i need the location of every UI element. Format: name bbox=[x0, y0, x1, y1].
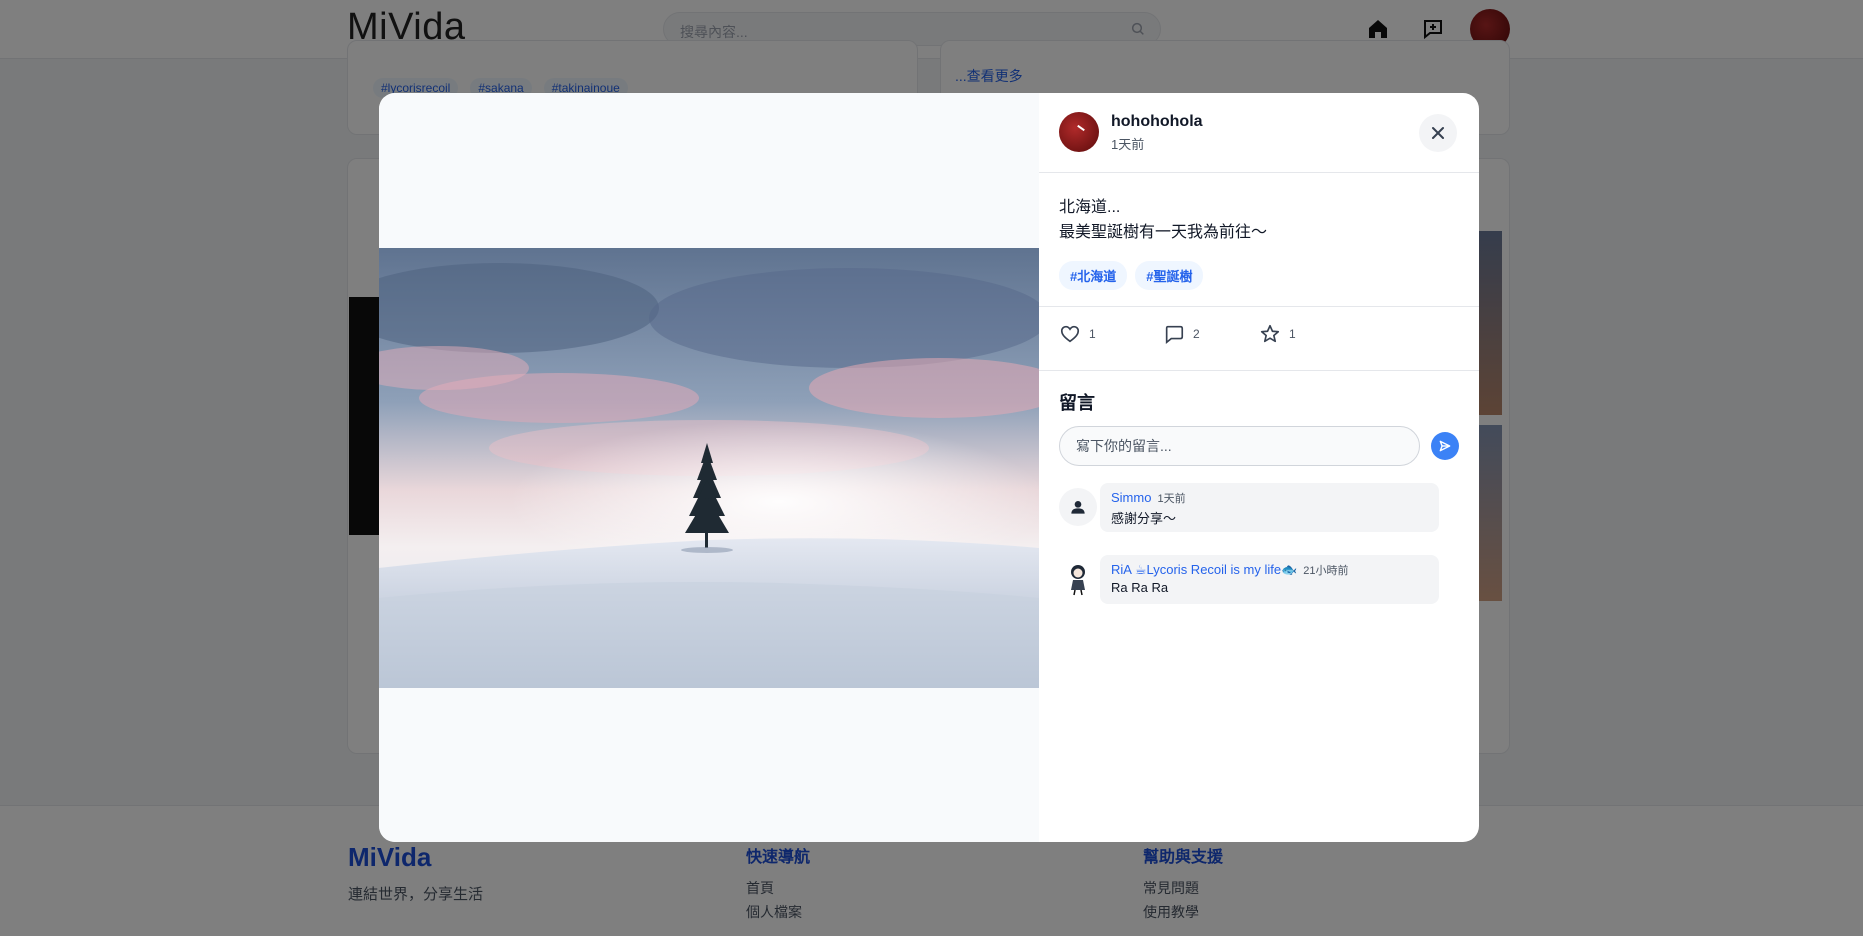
like-button[interactable]: 1 bbox=[1059, 323, 1096, 345]
star-icon bbox=[1260, 324, 1280, 343]
tag-christmas-tree[interactable]: #聖誕樹 bbox=[1135, 261, 1204, 290]
author-avatar[interactable] bbox=[1059, 112, 1099, 152]
author-name[interactable]: hohohohola bbox=[1111, 113, 1203, 131]
commenter-name[interactable]: Simmo bbox=[1111, 490, 1151, 505]
heart-icon bbox=[1060, 325, 1080, 343]
comment-item: Simmo 1天前 感謝分享～ bbox=[1059, 483, 1439, 533]
commenter-name-row: RiA ☕Lycoris Recoil is my life🐟 21小時前 bbox=[1111, 562, 1349, 578]
comment-input[interactable] bbox=[1060, 427, 1419, 465]
post-tag-list: #北海道 #聖誕樹 bbox=[1059, 261, 1204, 290]
favorite-count: 1 bbox=[1289, 327, 1296, 341]
comment-count: 2 bbox=[1193, 327, 1200, 341]
comment-text: 感謝分享～ bbox=[1111, 511, 1177, 526]
comment-time: 21小時前 bbox=[1303, 565, 1349, 577]
comment-icon bbox=[1165, 325, 1184, 344]
post-text-line: 北海道... bbox=[1059, 199, 1121, 216]
post-content: 北海道... 最美聖誕樹有一天我為前往～ bbox=[1059, 195, 1267, 245]
comment-text: Ra Ra Ra bbox=[1111, 580, 1169, 595]
commenter-name[interactable]: RiA ☕Lycoris Recoil is my life🐟 bbox=[1111, 562, 1297, 577]
close-button[interactable] bbox=[1419, 114, 1457, 152]
comment-bubble: Simmo 1天前 感謝分享～ bbox=[1100, 483, 1439, 532]
divider bbox=[1039, 370, 1479, 371]
comment-input-wrapper bbox=[1059, 426, 1420, 466]
post-actions: 1 2 1 bbox=[1039, 307, 1479, 363]
comments-title: 留言 bbox=[1059, 393, 1095, 413]
comment-item: RiA ☕Lycoris Recoil is my life🐟 21小時前 Ra … bbox=[1059, 555, 1439, 605]
post-detail-panel: hohohohola 1天前 北海道... 最美聖誕樹有一天我為前往～ #北海道… bbox=[1039, 93, 1479, 842]
comment-time: 1天前 bbox=[1157, 493, 1186, 505]
post-media-area bbox=[379, 93, 1039, 842]
send-comment-button[interactable] bbox=[1431, 432, 1459, 460]
post-image[interactable] bbox=[379, 248, 1039, 688]
commenter-avatar[interactable] bbox=[1059, 488, 1097, 526]
post-header: hohohohola 1天前 bbox=[1039, 93, 1479, 173]
post-detail-modal: hohohohola 1天前 北海道... 最美聖誕樹有一天我為前往～ #北海道… bbox=[379, 93, 1479, 842]
tag-hokkaido[interactable]: #北海道 bbox=[1059, 261, 1128, 290]
user-icon bbox=[1071, 501, 1085, 514]
commenter-avatar[interactable] bbox=[1059, 560, 1097, 598]
post-time: 1天前 bbox=[1111, 137, 1145, 152]
like-count: 1 bbox=[1089, 327, 1096, 341]
avatar-illustration-icon bbox=[1071, 565, 1085, 596]
send-icon bbox=[1439, 440, 1451, 452]
comment-button[interactable]: 2 bbox=[1163, 323, 1200, 345]
post-text-line: 最美聖誕樹有一天我為前往～ bbox=[1059, 224, 1268, 241]
close-icon bbox=[1432, 127, 1444, 139]
commenter-name-row: Simmo 1天前 bbox=[1111, 490, 1186, 506]
favorite-button[interactable]: 1 bbox=[1259, 323, 1296, 345]
comment-bubble: RiA ☕Lycoris Recoil is my life🐟 21小時前 Ra … bbox=[1100, 555, 1439, 604]
